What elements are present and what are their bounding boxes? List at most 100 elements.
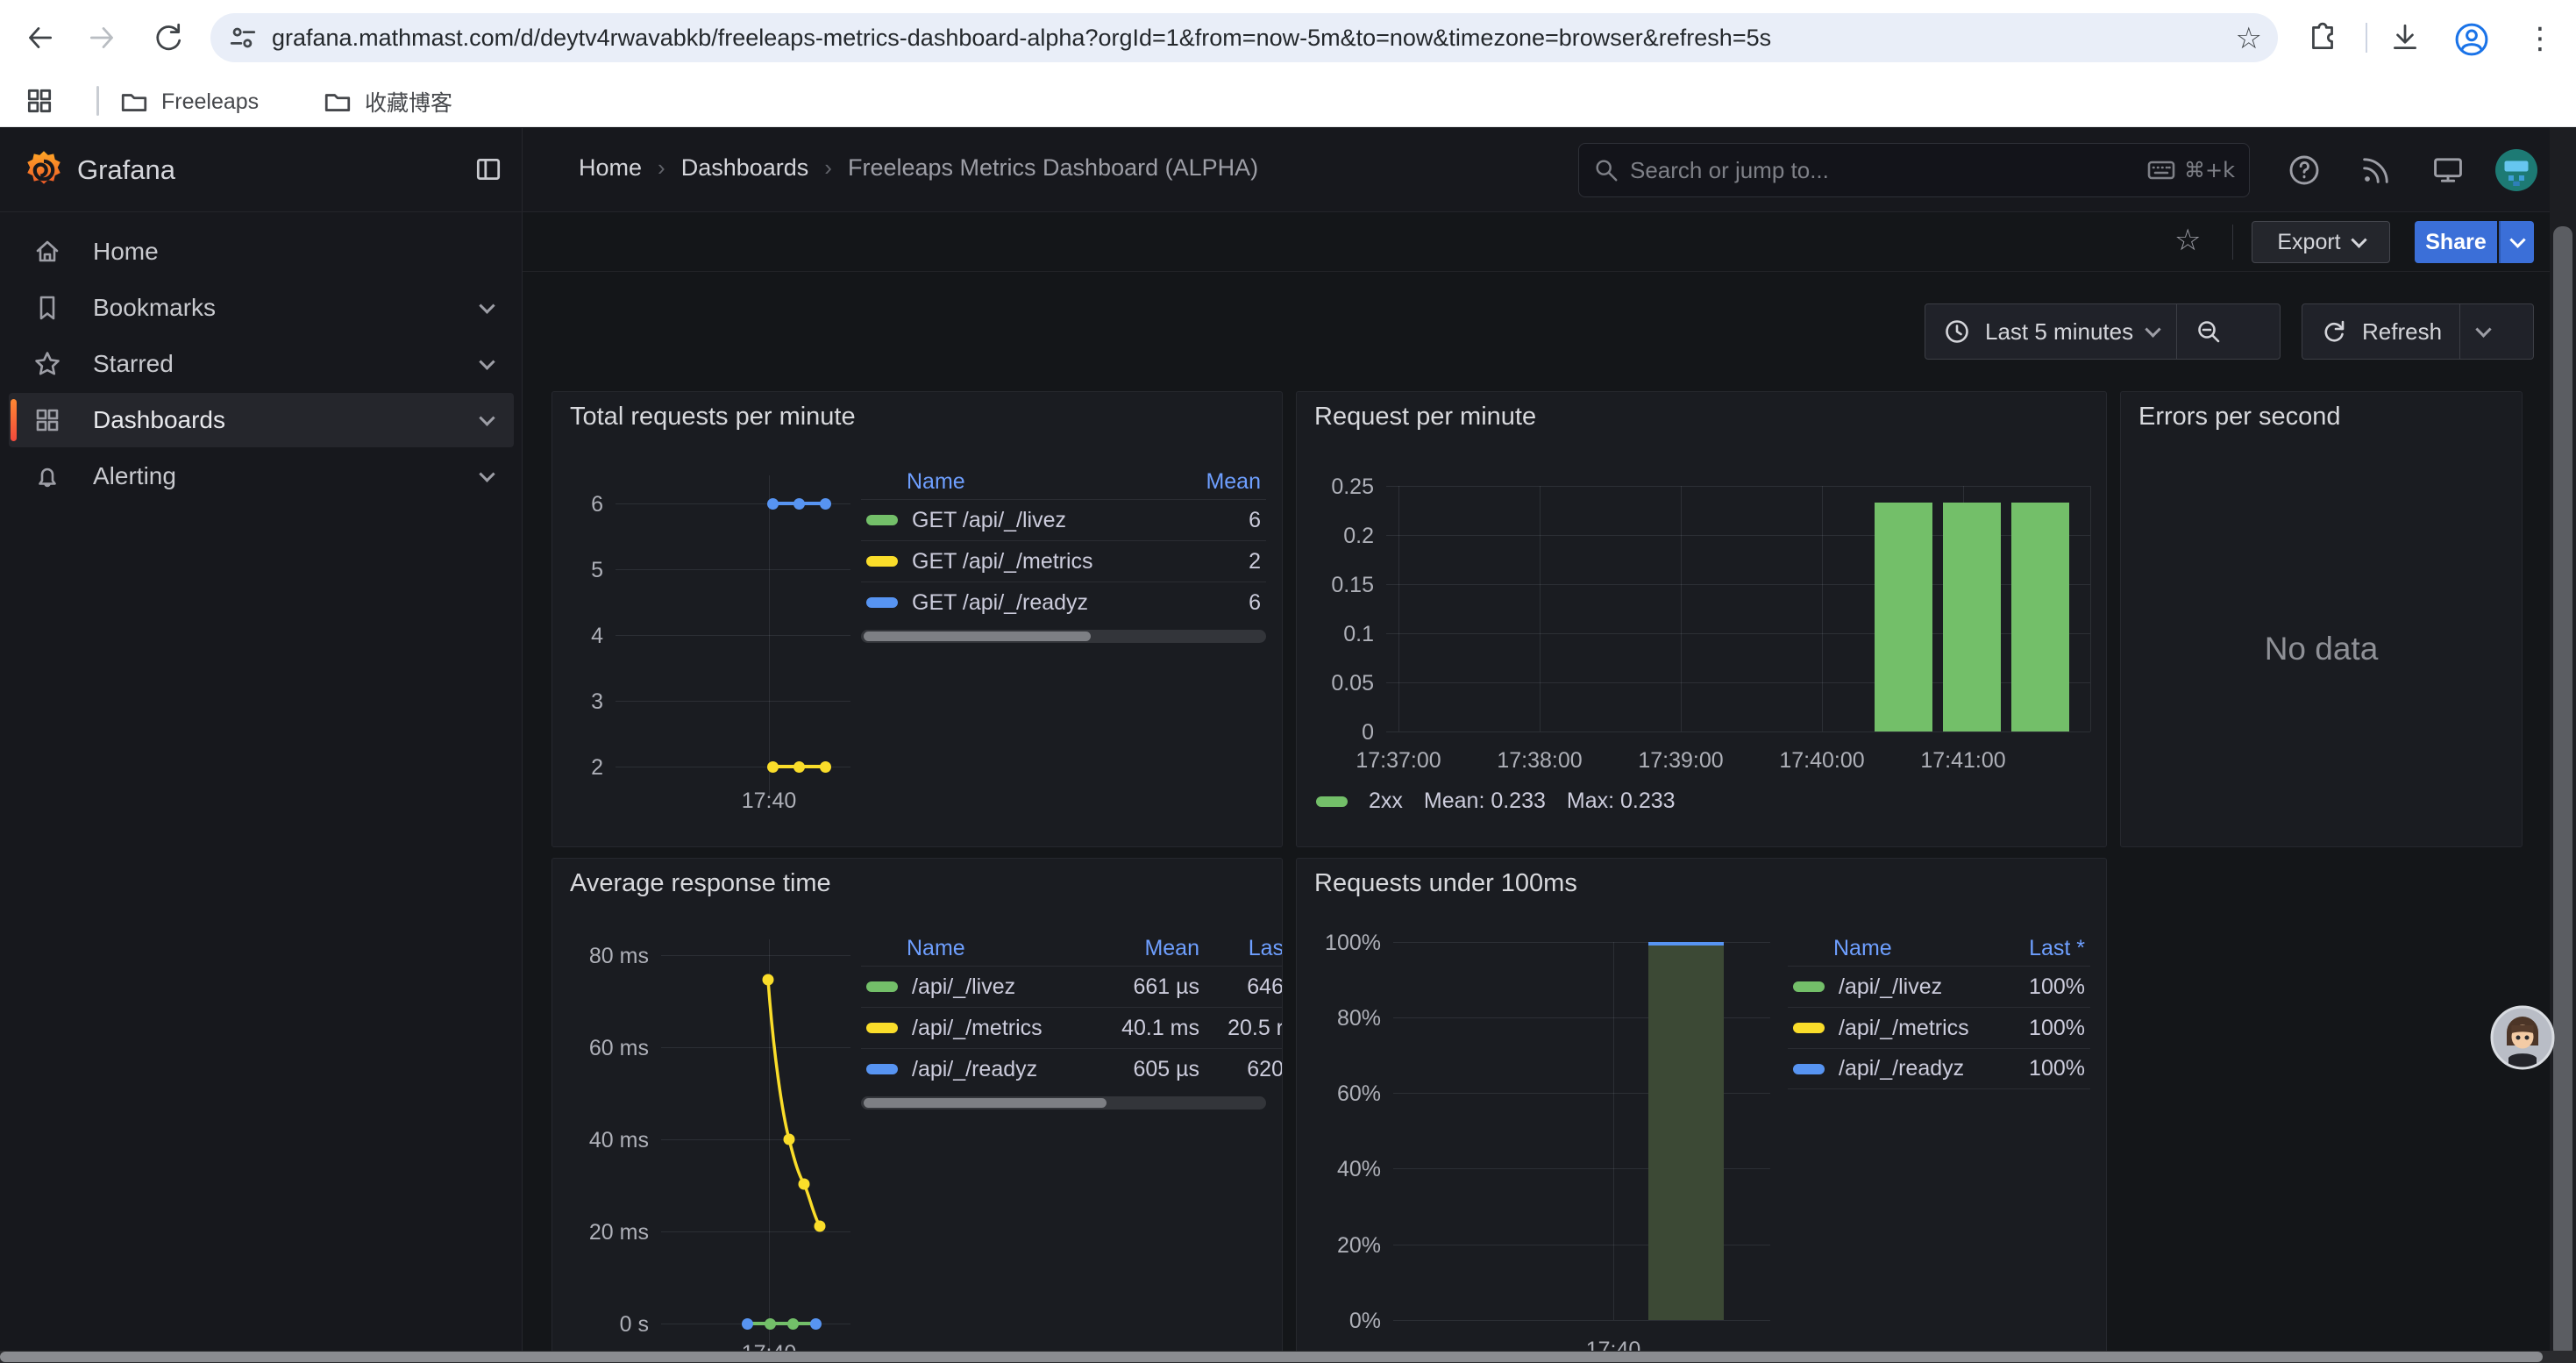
extensions-icon[interactable]	[2306, 21, 2339, 54]
data-point	[820, 761, 831, 773]
horizontal-scrollbar[interactable]	[0, 1351, 2576, 1363]
sidebar-item-home[interactable]: Home	[9, 225, 514, 279]
series-last: 20.5 r	[1199, 1016, 1283, 1041]
search-input[interactable]	[1630, 157, 2147, 184]
breadcrumb-home[interactable]: Home	[579, 154, 642, 182]
floating-assistant-avatar[interactable]	[2490, 1005, 2555, 1070]
legend-row[interactable]: /api/_/readyz 605 µs 620	[861, 1048, 1283, 1089]
panel-title[interactable]: Requests under 100ms	[1314, 869, 1577, 898]
forward-icon[interactable]	[86, 21, 119, 54]
chevron-down-icon[interactable]	[479, 466, 495, 482]
y-tick: 0.1	[1311, 622, 1374, 647]
bookmark-star-icon[interactable]: ☆	[2236, 21, 2262, 56]
y-tick: 4	[561, 624, 603, 649]
series-name: GET /api/_/readyz	[912, 590, 1088, 616]
vertical-scrollbar[interactable]	[2550, 128, 2576, 1363]
chevron-down-icon[interactable]	[479, 297, 495, 313]
bookmark-folder-label: Freeleaps	[161, 89, 259, 115]
legend-row[interactable]: /api/_/metrics 100%	[1788, 1007, 2090, 1048]
export-button[interactable]: Export	[2252, 221, 2390, 263]
scrollbar-thumb[interactable]	[2553, 226, 2572, 1358]
sidebar-item-label: Alerting	[93, 462, 176, 490]
series-mean: 2	[1249, 549, 1261, 574]
series-color-pill	[866, 1064, 898, 1074]
legend-col-mean[interactable]: Mean	[1144, 936, 1199, 961]
download-icon[interactable]	[2388, 21, 2422, 54]
legend-row[interactable]: /api/_/livez 100%	[1788, 966, 2090, 1007]
sidebar-item-bookmarks[interactable]: Bookmarks	[9, 281, 514, 335]
panel-title[interactable]: Errors per second	[2138, 403, 2341, 432]
series-max: Max: 0.233	[1567, 789, 1676, 814]
legend-bottom[interactable]: 2xx Mean: 0.233 Max: 0.233	[1316, 789, 1676, 814]
scrollbar-thumb[interactable]	[864, 632, 1091, 641]
legend-col-name[interactable]: Name	[907, 936, 965, 961]
browser-menu-icon[interactable]: ⋮	[2525, 21, 2555, 56]
panel-title[interactable]: Total requests per minute	[570, 403, 856, 432]
x-tick: 17:40:00	[1761, 748, 1883, 774]
refresh-button[interactable]: Refresh	[2302, 304, 2459, 359]
series-color-pill	[866, 515, 898, 525]
gridline	[2090, 486, 2091, 731]
legend-scrollbar[interactable]	[861, 630, 1266, 643]
legend-col-name[interactable]: Name	[907, 469, 965, 495]
series-last: 100%	[2029, 974, 2085, 1000]
panel-under-100ms: Requests under 100ms 100% 80% 60% 40% 20…	[1296, 858, 2107, 1363]
series-name: /api/_/readyz	[912, 1057, 1037, 1082]
legend-row[interactable]: GET /api/_/metrics 2	[861, 540, 1266, 582]
legend-col-name[interactable]: Name	[1833, 936, 1892, 961]
zoom-out-button[interactable]	[2176, 304, 2240, 359]
y-tick: 60%	[1304, 1081, 1381, 1107]
sidebar-item-alerting[interactable]: Alerting	[9, 449, 514, 503]
address-bar[interactable]: ☆	[210, 13, 2278, 62]
apps-grid-icon[interactable]	[25, 86, 54, 116]
legend-scrollbar[interactable]	[861, 1096, 1266, 1110]
profile-icon[interactable]	[2453, 21, 2490, 58]
sidebar-item-label: Dashboards	[93, 406, 225, 434]
monitor-icon[interactable]	[2430, 153, 2466, 188]
refresh-interval-button[interactable]	[2459, 304, 2507, 359]
sidebar-item-starred[interactable]: Starred	[9, 337, 514, 391]
back-icon[interactable]	[23, 21, 56, 54]
series-name: /api/_/metrics	[1839, 1016, 1969, 1041]
legend-col-last[interactable]: Last *	[2029, 936, 2085, 961]
panel-title[interactable]: Request per minute	[1314, 403, 1536, 432]
refresh-icon	[2320, 318, 2348, 346]
bookmark-folder-freeleaps[interactable]: Freeleaps	[119, 84, 259, 119]
star-icon	[33, 350, 61, 378]
legend-row[interactable]: GET /api/_/livez 6	[861, 499, 1266, 540]
scrollbar-thumb[interactable]	[864, 1098, 1107, 1108]
scrollbar-thumb[interactable]	[0, 1352, 2543, 1362]
help-icon[interactable]	[2287, 153, 2322, 188]
legend-row[interactable]: GET /api/_/readyz 6	[861, 582, 1266, 623]
gridline	[1681, 486, 1682, 731]
user-avatar[interactable]	[2495, 149, 2537, 196]
grafana-logo-icon[interactable]	[23, 149, 65, 196]
time-range-picker[interactable]: Last 5 minutes	[1925, 304, 2176, 359]
url-input[interactable]	[272, 25, 2278, 52]
series-last: 646	[1199, 974, 1283, 1000]
sidebar-item-dashboards[interactable]: Dashboards	[9, 393, 514, 447]
legend-col-last[interactable]: Las	[1199, 936, 1283, 961]
grafana-brand[interactable]: Grafana	[77, 154, 175, 186]
legend-row[interactable]: /api/_/readyz 100%	[1788, 1048, 2090, 1089]
chevron-down-icon[interactable]	[479, 353, 495, 369]
rss-icon[interactable]	[2359, 153, 2394, 188]
site-settings-icon[interactable]	[228, 23, 258, 53]
data-point	[810, 1318, 822, 1330]
chevron-down-icon[interactable]	[479, 410, 495, 425]
share-menu-button[interactable]	[2499, 221, 2534, 263]
breadcrumb-dashboards[interactable]: Dashboards	[681, 154, 809, 182]
panel-errors-per-second: Errors per second No data	[2120, 391, 2523, 847]
data-point	[820, 498, 831, 510]
series-color-pill	[1316, 796, 1348, 807]
reload-icon[interactable]	[151, 21, 184, 54]
favorite-star-icon[interactable]: ☆	[2174, 223, 2201, 258]
legend-row[interactable]: /api/_/livez 661 µs 646	[861, 966, 1283, 1007]
legend-row[interactable]: /api/_/metrics 40.1 ms 20.5 r	[861, 1007, 1283, 1048]
sidebar-toggle-icon[interactable]	[473, 154, 503, 184]
series-name: GET /api/_/metrics	[912, 549, 1093, 574]
search-box[interactable]: ⌘+k	[1578, 143, 2250, 197]
legend-col-mean[interactable]: Mean	[1206, 469, 1261, 495]
share-button[interactable]: Share	[2415, 221, 2497, 263]
bookmark-folder-blogs[interactable]: 收藏博客	[323, 84, 452, 119]
